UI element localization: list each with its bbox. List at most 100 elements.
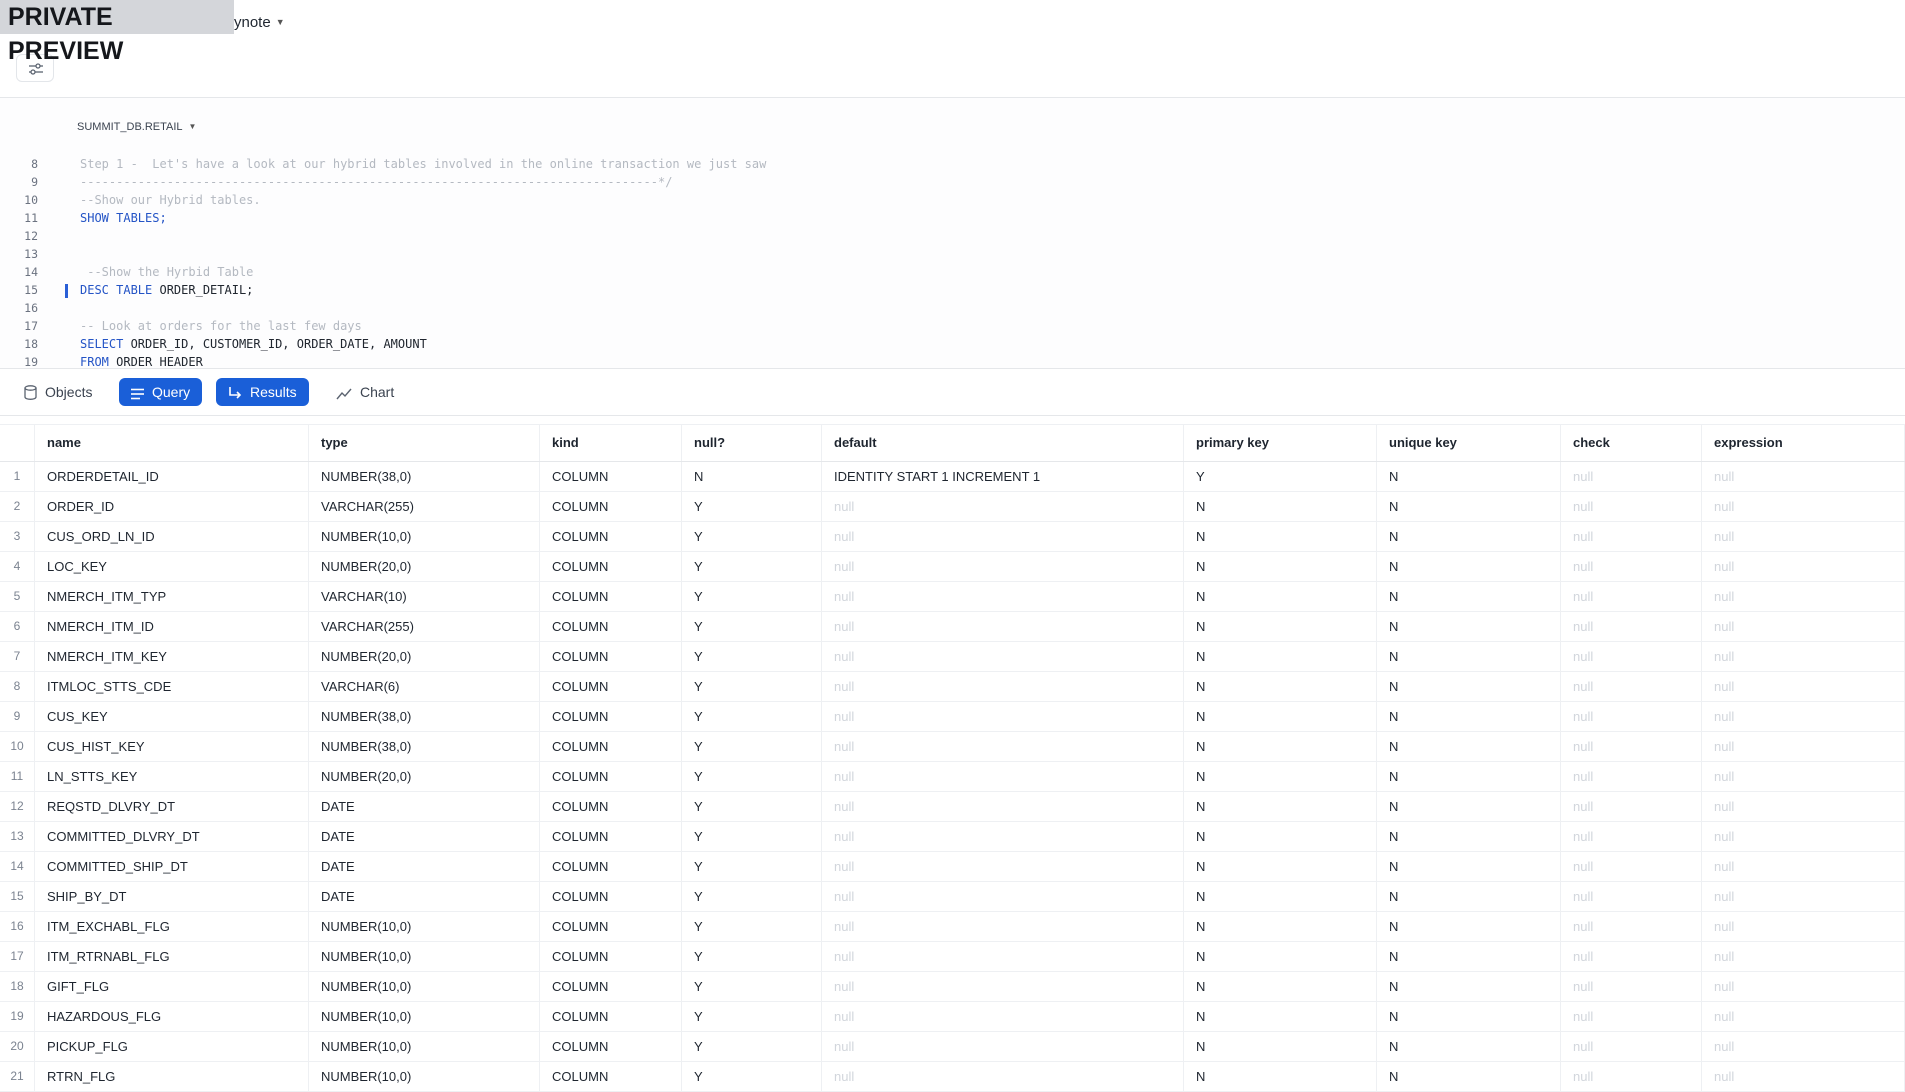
table-cell[interactable]: COLUMN	[540, 972, 682, 1001]
table-cell[interactable]: null	[822, 1062, 1184, 1091]
table-cell[interactable]: Y	[682, 672, 822, 701]
table-cell[interactable]: NUMBER(10,0)	[309, 522, 540, 551]
table-cell[interactable]: RTRN_FLG	[35, 1062, 309, 1091]
table-cell[interactable]: SHIP_BY_DT	[35, 882, 309, 911]
table-cell[interactable]: CUS_HIST_KEY	[35, 732, 309, 761]
table-cell[interactable]: null	[1702, 702, 1905, 731]
table-cell[interactable]: DATE	[309, 822, 540, 851]
code-line[interactable]: 17 -- Look at orders for the last few day…	[0, 317, 1905, 335]
table-cell[interactable]: null	[1702, 912, 1905, 941]
table-cell[interactable]: null	[822, 522, 1184, 551]
table-cell[interactable]: N	[1184, 732, 1377, 761]
column-header[interactable]: primary key	[1184, 425, 1377, 461]
table-cell[interactable]: REQSTD_DLVRY_DT	[35, 792, 309, 821]
table-cell[interactable]: N	[1377, 912, 1561, 941]
column-header[interactable]: null?	[682, 425, 822, 461]
table-cell[interactable]: N	[1184, 942, 1377, 971]
column-header[interactable]: kind	[540, 425, 682, 461]
table-cell[interactable]: null	[822, 492, 1184, 521]
table-cell[interactable]: COLUMN	[540, 762, 682, 791]
code-line[interactable]: 11 SHOW TABLES;	[0, 209, 1905, 227]
table-row[interactable]: 11 LN_STTS_KEY NUMBER(20,0) COLUMN Ynull N Nnu…	[0, 762, 1905, 792]
table-cell[interactable]: null	[822, 912, 1184, 941]
worksheet-title-dropdown[interactable]: ynote ▼	[234, 14, 285, 31]
table-cell[interactable]: CUS_KEY	[35, 702, 309, 731]
table-cell[interactable]: N	[1184, 852, 1377, 881]
table-cell[interactable]: null	[1702, 1062, 1905, 1091]
table-cell[interactable]: Y	[682, 942, 822, 971]
table-row[interactable]: 4 LOC_KEY NUMBER(20,0) COLUMN Ynull N Nnull nul…	[0, 552, 1905, 582]
table-cell[interactable]: null	[1561, 912, 1702, 941]
table-cell[interactable]: null	[1561, 702, 1702, 731]
table-row[interactable]: 6 NMERCH_ITM_ID VARCHAR(255) COLUMN Ynull N Nn…	[0, 612, 1905, 642]
table-cell[interactable]: PICKUP_FLG	[35, 1032, 309, 1061]
table-cell[interactable]: N	[1184, 1032, 1377, 1061]
table-cell[interactable]: null	[1702, 522, 1905, 551]
table-cell[interactable]: Y	[682, 792, 822, 821]
table-cell[interactable]: null	[1702, 732, 1905, 761]
table-cell[interactable]: null	[1561, 672, 1702, 701]
table-cell[interactable]: N	[1377, 642, 1561, 671]
table-cell[interactable]: NMERCH_ITM_KEY	[35, 642, 309, 671]
table-cell[interactable]: N	[1377, 1062, 1561, 1091]
table-cell[interactable]: null	[1702, 852, 1905, 881]
table-row[interactable]: 21 RTRN_FLG NUMBER(10,0) COLUMN Ynull N Nnull n…	[0, 1062, 1905, 1092]
code-line[interactable]: 9 ---------------------------------------…	[0, 173, 1905, 191]
table-row[interactable]: 10 CUS_HIST_KEY NUMBER(38,0) COLUMN Ynull N Nn…	[0, 732, 1905, 762]
table-cell[interactable]: Y	[682, 1062, 822, 1091]
table-cell[interactable]: LN_STTS_KEY	[35, 762, 309, 791]
table-cell[interactable]: null	[1702, 552, 1905, 581]
table-cell[interactable]: COLUMN	[540, 702, 682, 731]
code-line[interactable]: 13	[0, 245, 1905, 263]
table-cell[interactable]: N	[1377, 852, 1561, 881]
table-cell[interactable]: N	[1184, 492, 1377, 521]
table-cell[interactable]: N	[1184, 1062, 1377, 1091]
table-cell[interactable]: ITMLOC_STTS_CDE	[35, 672, 309, 701]
table-cell[interactable]: N	[1184, 912, 1377, 941]
table-cell[interactable]: Y	[682, 1002, 822, 1031]
table-cell[interactable]: null	[1561, 792, 1702, 821]
table-cell[interactable]: N	[1184, 582, 1377, 611]
table-cell[interactable]: null	[822, 612, 1184, 641]
table-cell[interactable]: N	[1377, 702, 1561, 731]
table-cell[interactable]: GIFT_FLG	[35, 972, 309, 1001]
code-line[interactable]: 10 --Show our Hybrid tables.	[0, 191, 1905, 209]
table-cell[interactable]: null	[822, 1002, 1184, 1031]
table-cell[interactable]: N	[1377, 792, 1561, 821]
table-cell[interactable]: N	[1184, 882, 1377, 911]
table-cell[interactable]: COLUMN	[540, 1062, 682, 1091]
table-cell[interactable]: null	[1702, 612, 1905, 641]
query-tab[interactable]: Query	[119, 378, 203, 406]
chart-tab[interactable]: Chart	[324, 378, 406, 406]
table-row[interactable]: 14 COMMITTED_SHIP_DT DATE COLUMN Ynull N Nnull…	[0, 852, 1905, 882]
table-cell[interactable]: N	[1377, 732, 1561, 761]
table-cell[interactable]: COLUMN	[540, 522, 682, 551]
column-header[interactable]: default	[822, 425, 1184, 461]
table-cell[interactable]: Y	[682, 612, 822, 641]
table-cell[interactable]: N	[1377, 492, 1561, 521]
table-cell[interactable]: COMMITTED_SHIP_DT	[35, 852, 309, 881]
table-row[interactable]: 17 ITM_RTRNABL_FLG NUMBER(10,0) COLUMN Ynull…	[0, 942, 1905, 972]
table-cell[interactable]: COLUMN	[540, 1002, 682, 1031]
column-header[interactable]: type	[309, 425, 540, 461]
table-cell[interactable]: N	[1184, 522, 1377, 551]
table-cell[interactable]: NUMBER(38,0)	[309, 702, 540, 731]
table-cell[interactable]: null	[822, 732, 1184, 761]
table-cell[interactable]: N	[682, 462, 822, 491]
table-row[interactable]: 13 COMMITTED_DLVRY_DT DATE COLUMN Ynull N Nnul…	[0, 822, 1905, 852]
table-cell[interactable]: NMERCH_ITM_ID	[35, 612, 309, 641]
table-cell[interactable]: N	[1184, 702, 1377, 731]
table-cell[interactable]: N	[1377, 672, 1561, 701]
table-cell[interactable]: null	[1561, 492, 1702, 521]
table-row[interactable]: 7 NMERCH_ITM_KEY NUMBER(20,0) COLUMN Ynull N N…	[0, 642, 1905, 672]
objects-tab[interactable]: Objects	[12, 378, 104, 406]
table-cell[interactable]: COLUMN	[540, 462, 682, 491]
table-cell[interactable]: N	[1184, 642, 1377, 671]
table-cell[interactable]: null	[1702, 492, 1905, 521]
table-cell[interactable]: null	[822, 792, 1184, 821]
column-header[interactable]: unique key	[1377, 425, 1561, 461]
table-row[interactable]: 3 CUS_ORD_LN_ID NUMBER(10,0) COLUMN Ynull N Nn…	[0, 522, 1905, 552]
table-cell[interactable]: null	[1702, 582, 1905, 611]
table-cell[interactable]: Y	[682, 552, 822, 581]
table-cell[interactable]: NUMBER(38,0)	[309, 732, 540, 761]
